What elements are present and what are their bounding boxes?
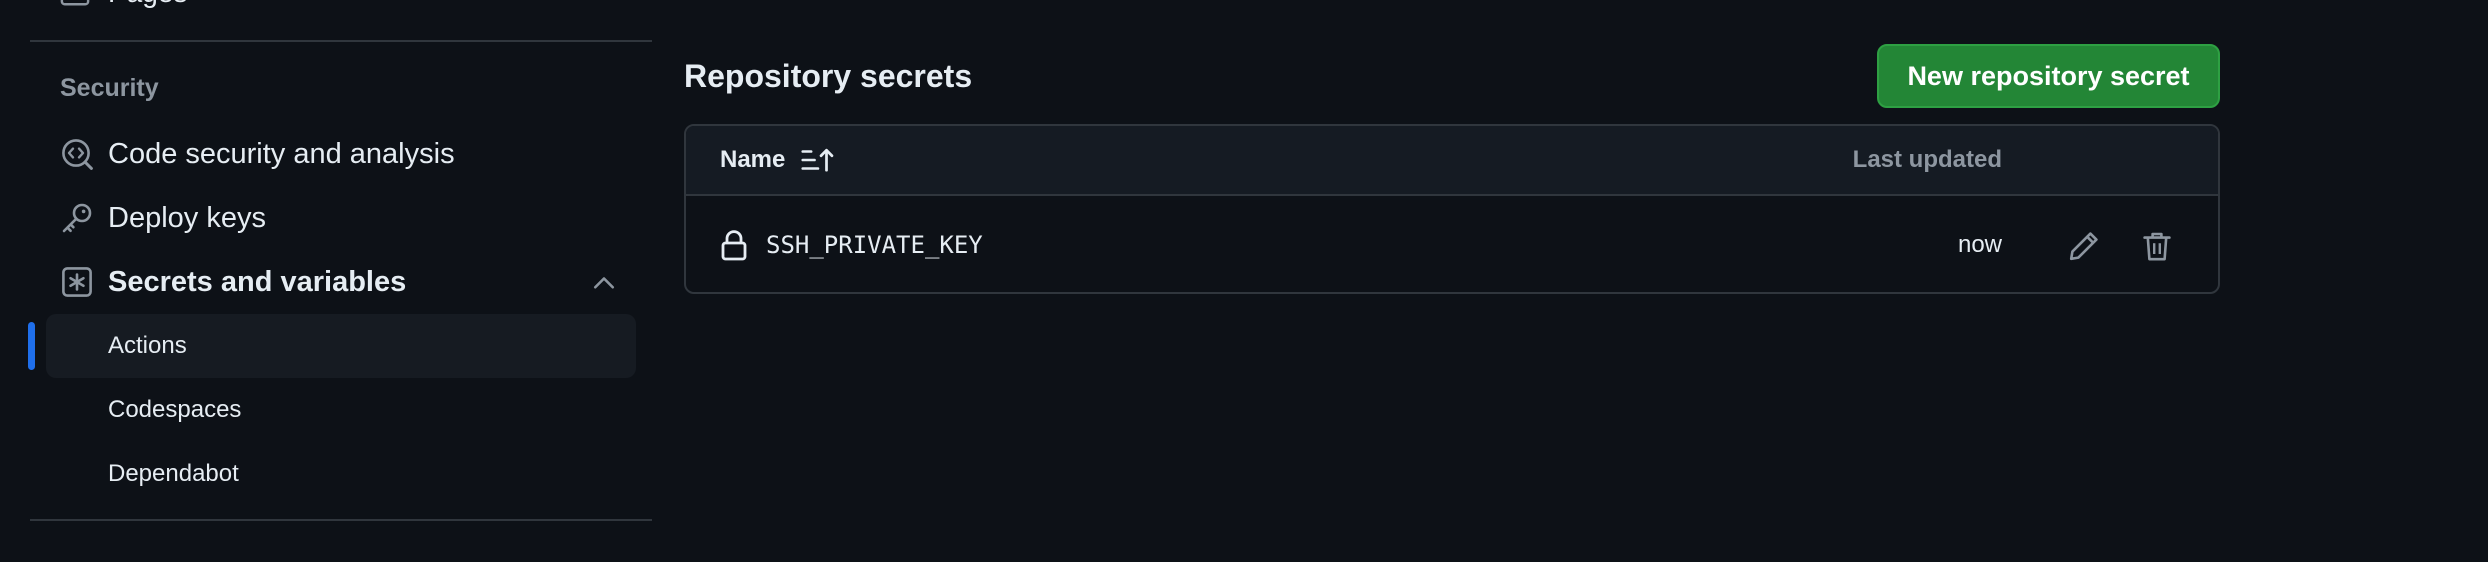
trash-icon	[2143, 232, 2171, 261]
key-icon	[60, 201, 94, 235]
sidebar-section-title: Security	[60, 74, 159, 102]
browser-icon	[60, 0, 90, 6]
sidebar-item-label: Deploy keys	[108, 201, 266, 234]
sidebar-divider	[30, 40, 652, 42]
secret-name-cell: SSH_PRIVATE_KEY	[720, 196, 983, 292]
table-header: Name Last updated	[686, 126, 2218, 196]
asterisk-icon	[60, 265, 94, 299]
column-label: Name	[720, 146, 786, 173]
sidebar-subitem-dependabot[interactable]: Dependabot	[46, 442, 636, 506]
settings-page: Pages Security Code security and analysi…	[0, 0, 2488, 562]
sidebar-subitem-label: Codespaces	[108, 396, 242, 423]
sidebar-item-code-security[interactable]: Code security and analysis	[60, 130, 455, 178]
secret-name: SSH_PRIVATE_KEY	[766, 231, 983, 259]
sidebar-item-pages[interactable]: Pages	[60, 0, 187, 8]
sidebar-subitem-actions[interactable]: Actions	[46, 314, 636, 378]
edit-secret-button[interactable]	[2062, 224, 2106, 268]
pencil-icon	[2069, 232, 2098, 261]
sidebar-item-deploy-keys[interactable]: Deploy keys	[60, 194, 266, 242]
sidebar-item-secrets-and-variables[interactable]: Secrets and variables	[60, 258, 406, 306]
sidebar-subitem-label: Actions	[108, 332, 187, 359]
sidebar-item-label: Pages	[108, 0, 187, 8]
last-updated-value: now	[1957, 231, 2002, 258]
sidebar-divider	[30, 519, 652, 521]
sidebar-item-label: Code security and analysis	[108, 137, 455, 170]
chevron-up-icon[interactable]	[590, 268, 618, 296]
codescan-icon	[60, 137, 94, 171]
settings-sidebar: Pages Security Code security and analysi…	[0, 0, 660, 562]
sidebar-subitem-label: Dependabot	[108, 460, 239, 487]
new-repository-secret-button[interactable]: New repository secret	[1877, 44, 2220, 108]
delete-secret-button[interactable]	[2135, 224, 2179, 268]
secrets-table: Name Last updated SSH_PRIVATE_KEY now	[684, 124, 2220, 294]
table-row: SSH_PRIVATE_KEY now	[686, 196, 2218, 292]
lock-icon	[721, 230, 747, 261]
active-indicator	[28, 322, 35, 370]
sidebar-subitem-codespaces[interactable]: Codespaces	[46, 378, 636, 442]
page-title: Repository secrets	[684, 58, 973, 94]
name-column-header[interactable]: Name	[720, 126, 835, 194]
sort-ascending-icon[interactable]	[801, 146, 835, 174]
sidebar-item-label: Secrets and variables	[108, 265, 407, 298]
last-updated-column-header: Last updated	[1852, 146, 2002, 173]
